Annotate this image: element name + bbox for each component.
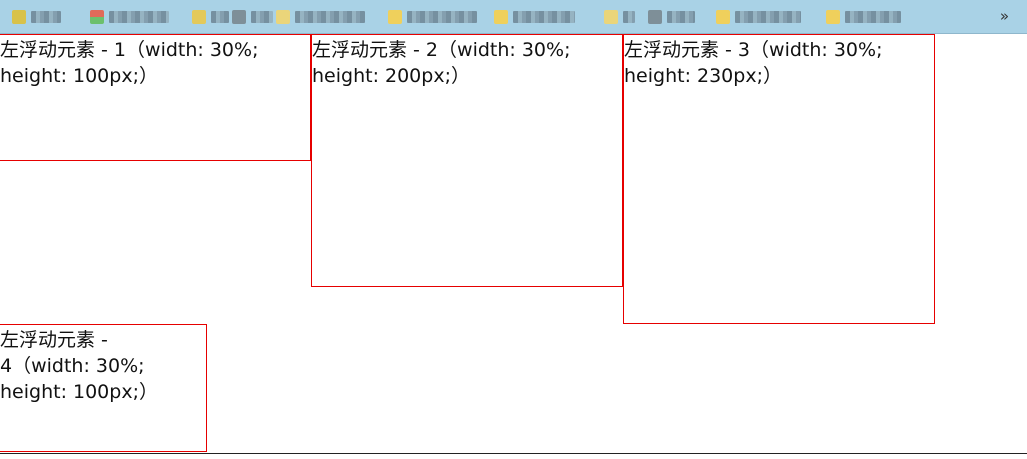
float-box-3-label-line2: height: 230px;） xyxy=(624,65,782,87)
bookmark-item[interactable] xyxy=(276,8,365,26)
bookmark-item[interactable] xyxy=(90,8,169,26)
bookmarks-bar: » xyxy=(0,0,1027,34)
bookmark-item[interactable] xyxy=(648,8,695,26)
float-box-1-label-line1: 左浮动元素 - 1（width: 30%; xyxy=(0,39,259,61)
folder-icon xyxy=(604,10,618,24)
float-box-2-label-line2: height: 200px;） xyxy=(312,65,470,87)
bookmarks-overflow-chevron-icon[interactable]: » xyxy=(1000,6,1009,26)
bookmark-item[interactable] xyxy=(12,8,61,26)
folder-icon xyxy=(192,10,206,24)
folder-icon xyxy=(12,10,26,24)
folder-icon xyxy=(716,10,730,24)
float-box-4-label-line2: 4（width: 30%; xyxy=(0,355,145,377)
bookmark-item[interactable] xyxy=(494,8,575,26)
folder-icon xyxy=(826,10,840,24)
page-content: 左浮动元素 - 1（width: 30%; height: 100px;） 左浮… xyxy=(0,34,1027,453)
float-box-3: 左浮动元素 - 3（width: 30%; height: 230px;） xyxy=(623,34,935,324)
bookmark-item[interactable] xyxy=(388,8,477,26)
bookmark-item[interactable] xyxy=(232,8,273,26)
float-box-4-label-line3: height: 100px;） xyxy=(0,381,158,403)
folder-icon xyxy=(276,10,290,24)
float-box-1-label-line2: height: 100px;） xyxy=(0,65,158,87)
page-icon xyxy=(648,10,662,24)
float-box-4: 左浮动元素 - 4（width: 30%; height: 100px;） xyxy=(0,324,207,452)
float-box-1: 左浮动元素 - 1（width: 30%; height: 100px;） xyxy=(0,34,311,161)
page-icon xyxy=(232,10,246,24)
bookmark-item[interactable] xyxy=(192,8,229,26)
float-box-2-label-line1: 左浮动元素 - 2（width: 30%; xyxy=(312,39,571,61)
float-box-4-label-line1: 左浮动元素 - xyxy=(0,329,108,351)
folder-icon xyxy=(494,10,508,24)
app-icon xyxy=(90,10,104,24)
bookmark-item[interactable] xyxy=(716,8,801,26)
bookmark-item[interactable] xyxy=(826,8,901,26)
bookmark-item[interactable] xyxy=(604,8,635,26)
float-box-3-label-line1: 左浮动元素 - 3（width: 30%; xyxy=(624,39,883,61)
folder-icon xyxy=(388,10,402,24)
float-box-2: 左浮动元素 - 2（width: 30%; height: 200px;） xyxy=(311,34,623,287)
bottom-divider xyxy=(0,453,1027,454)
